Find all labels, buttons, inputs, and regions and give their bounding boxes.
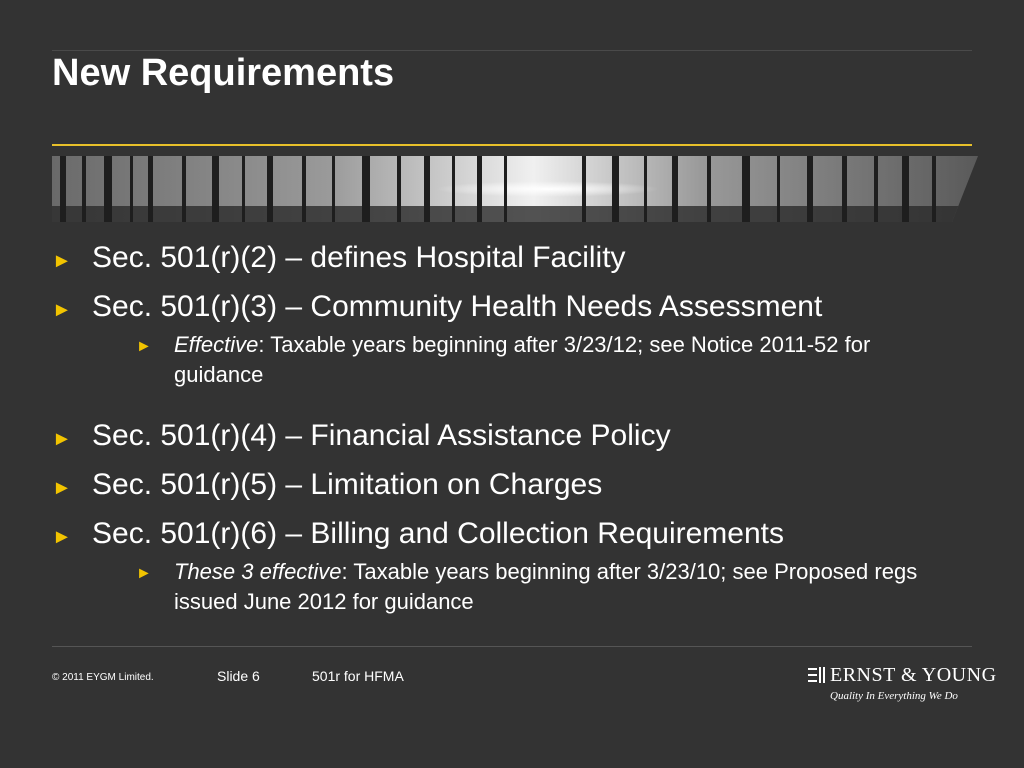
- triangle-right-icon: ►: [136, 565, 152, 582]
- list-item: ► Sec. 501(r)(5) – Limitation on Charges: [52, 467, 972, 503]
- slide-number: Slide 6: [217, 668, 260, 684]
- logo-tagline: Quality In Everything We Do: [830, 690, 958, 702]
- triangle-right-icon: ►: [136, 338, 152, 355]
- triangle-right-icon: ►: [52, 526, 72, 548]
- triangle-right-icon: ►: [52, 477, 72, 499]
- sub-list-item: ► Effective: Taxable years beginning aft…: [52, 330, 964, 390]
- list-item: ► Sec. 501(r)(6) – Billing and Collectio…: [52, 516, 972, 552]
- sub-item-emphasis: Effective: [174, 332, 259, 357]
- footer-divider: [52, 646, 972, 647]
- list-item: ► Sec. 501(r)(2) – defines Hospital Faci…: [52, 240, 972, 276]
- list-item-text: Sec. 501(r)(2) – defines Hospital Facili…: [92, 241, 626, 274]
- bullet-list: ► Sec. 501(r)(2) – defines Hospital Faci…: [52, 240, 972, 645]
- list-item: ► Sec. 501(r)(4) – Financial Assistance …: [52, 418, 972, 454]
- slide-title: New Requirements: [52, 52, 395, 94]
- forest-banner-image: [52, 156, 978, 222]
- list-item-text: Sec. 501(r)(5) – Limitation on Charges: [92, 468, 603, 501]
- title-underline: [52, 144, 972, 146]
- list-item-text: Sec. 501(r)(6) – Billing and Collection …: [92, 517, 784, 550]
- list-item: ► Sec. 501(r)(3) – Community Health Need…: [52, 289, 972, 325]
- sub-item-emphasis: These 3 effective: [174, 559, 342, 584]
- list-item-text: Sec. 501(r)(3) – Community Health Needs …: [92, 290, 823, 323]
- sub-item-text: : Taxable years beginning after 3/23/12;…: [174, 332, 871, 387]
- presentation-title: 501r for HFMA: [312, 668, 404, 684]
- top-divider: [52, 50, 972, 51]
- triangle-right-icon: ►: [52, 299, 72, 321]
- copyright-notice: © 2011 EYGM Limited.: [52, 672, 154, 683]
- logo-wordmark: ERNST & YOUNG: [830, 664, 997, 686]
- forest-photo: [52, 156, 978, 222]
- triangle-right-icon: ►: [52, 250, 72, 272]
- ernst-young-logo: ERNST & YOUNG Quality In Everything We D…: [808, 664, 996, 708]
- triangle-right-icon: ►: [52, 428, 72, 450]
- ernst-young-logo-icon: [808, 667, 825, 683]
- list-item-text: Sec. 501(r)(4) – Financial Assistance Po…: [92, 419, 671, 452]
- sub-list-item: ► These 3 effective: Taxable years begin…: [52, 557, 964, 617]
